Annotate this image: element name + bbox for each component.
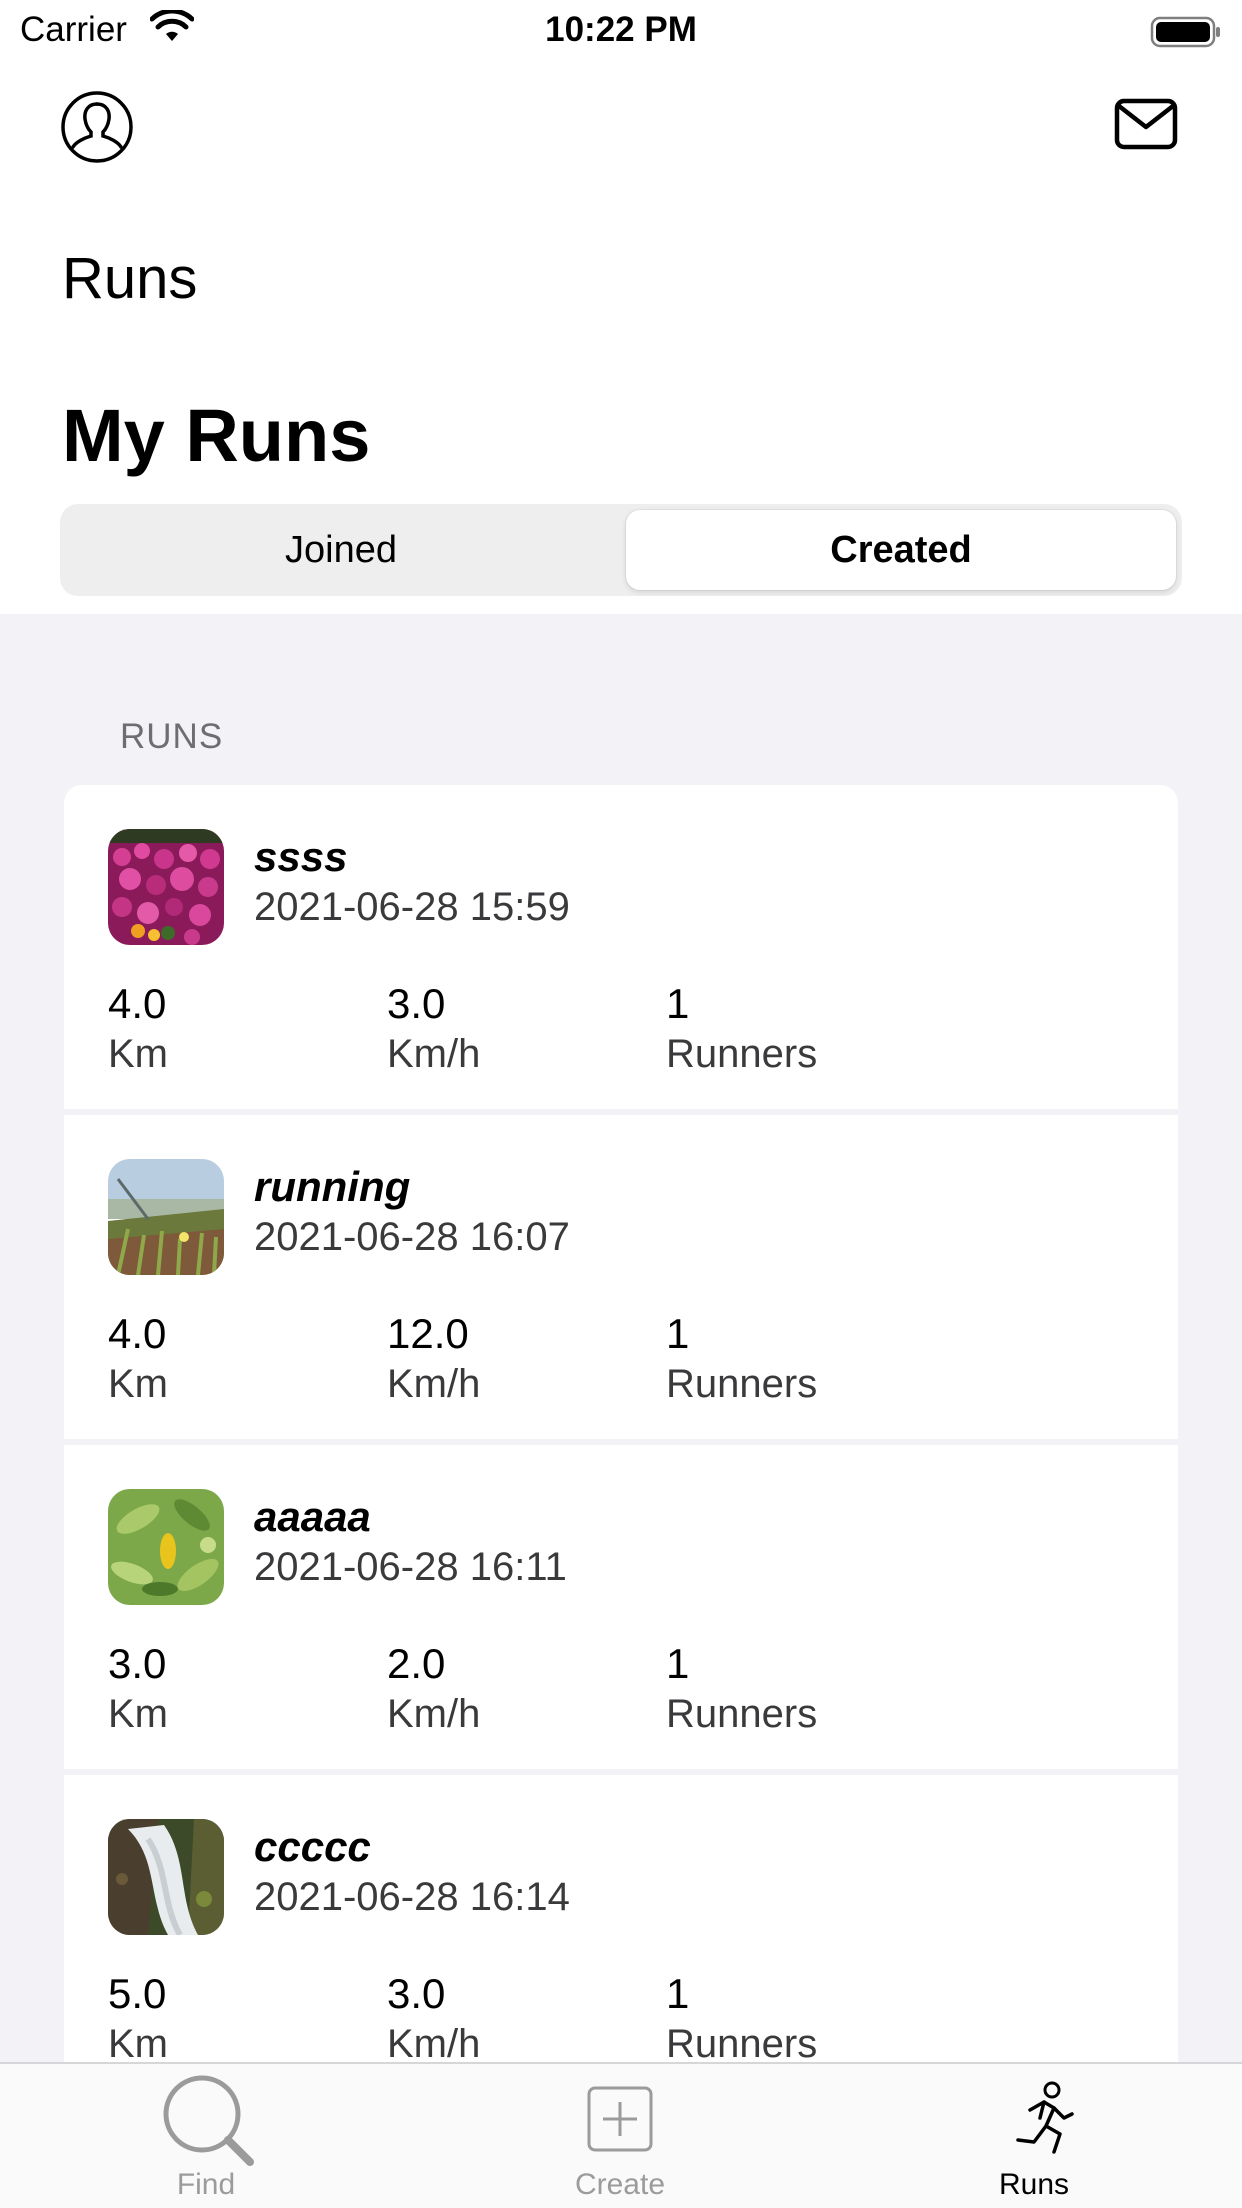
run-date: 2021-06-28 16:07 xyxy=(254,1215,570,1259)
plus-square-icon xyxy=(470,2072,770,2172)
distance-stat: 5.0 Km xyxy=(108,1969,168,2062)
runners-count: 1 xyxy=(666,1640,690,1687)
run-date: 2021-06-28 16:14 xyxy=(254,1875,570,1919)
runners-count: 1 xyxy=(666,980,690,1027)
speed-unit: Km/h xyxy=(387,1362,481,1406)
run-thumbnail xyxy=(108,829,224,945)
distance-stat: 4.0 Km xyxy=(108,979,168,1079)
runners-count: 1 xyxy=(666,1310,690,1357)
speed-unit: Km/h xyxy=(387,2022,481,2062)
tab-bar: Find Create Runs xyxy=(0,2062,1242,2208)
runners-stat: 1 Runners xyxy=(666,1969,817,2062)
run-row[interactable]: ccccc 2021-06-28 16:14 5.0 Km 3.0 Km/h 1… xyxy=(64,1775,1178,2062)
distance-value: 5.0 xyxy=(108,1970,167,2017)
segment-joined[interactable]: Joined xyxy=(66,510,616,590)
run-thumbnail xyxy=(108,1159,224,1275)
segment-created[interactable]: Created xyxy=(626,510,1176,590)
runs-filter-segmented-control: Joined Created xyxy=(60,504,1182,596)
runners-label: Runners xyxy=(666,1362,818,1406)
speed-value: 2.0 xyxy=(387,1640,446,1687)
run-row[interactable]: ssss 2021-06-28 15:59 4.0 Km 3.0 Km/h 1 … xyxy=(64,785,1178,1109)
speed-value: 3.0 xyxy=(387,1970,446,2017)
run-thumbnail xyxy=(108,1489,224,1605)
speed-value: 12.0 xyxy=(387,1310,469,1357)
distance-value: 4.0 xyxy=(108,980,167,1027)
distance-unit: Km xyxy=(108,2022,168,2062)
runners-stat: 1 Runners xyxy=(666,1309,817,1409)
runners-stat: 1 Runners xyxy=(666,979,817,1079)
runners-stat: 1 Runners xyxy=(666,1639,817,1739)
run-name: ccccc xyxy=(254,1823,371,1870)
speed-stat: 3.0 Km/h xyxy=(387,979,480,1079)
speed-unit: Km/h xyxy=(387,1032,481,1076)
run-date: 2021-06-28 15:59 xyxy=(254,885,570,929)
magnifying-glass-icon xyxy=(56,2072,356,2172)
envelope-icon[interactable] xyxy=(1114,98,1178,155)
runners-count: 1 xyxy=(666,1970,690,2017)
distance-unit: Km xyxy=(108,1032,168,1076)
profile-icon[interactable] xyxy=(60,90,134,169)
runs-list[interactable]: RUNS ssss 2021-06-28 15:59 4.0 Km 3.0 Km… xyxy=(0,614,1242,2062)
distance-stat: 4.0 Km xyxy=(108,1309,168,1409)
run-name: aaaaa xyxy=(254,1493,371,1540)
tab-runs[interactable]: Runs xyxy=(884,2064,1184,2208)
clock: 10:22 PM xyxy=(545,10,697,49)
page-title: My Runs xyxy=(62,394,371,477)
status-bar: Carrier 10:22 PM xyxy=(0,0,1242,62)
run-thumbnail xyxy=(108,1819,224,1935)
run-date: 2021-06-28 16:11 xyxy=(254,1545,567,1589)
run-name: ssss xyxy=(254,833,348,880)
run-name: running xyxy=(254,1163,411,1210)
speed-value: 3.0 xyxy=(387,980,446,1027)
section-header-runs: RUNS xyxy=(120,717,224,756)
speed-stat: 2.0 Km/h xyxy=(387,1639,480,1739)
run-row[interactable]: aaaaa 2021-06-28 16:11 3.0 Km 2.0 Km/h 1… xyxy=(64,1445,1178,1769)
app-screen: Carrier 10:22 PM Runs My Runs Joined Cre… xyxy=(0,0,1242,2208)
nav-title: Runs xyxy=(62,246,198,311)
running-figure-icon xyxy=(884,2072,1184,2172)
tab-label: Runs xyxy=(998,2168,1070,2201)
tab-create[interactable]: Create xyxy=(470,2064,770,2208)
distance-unit: Km xyxy=(108,1692,168,1736)
speed-stat: 12.0 Km/h xyxy=(387,1309,480,1409)
run-row[interactable]: running 2021-06-28 16:07 4.0 Km 12.0 Km/… xyxy=(64,1115,1178,1439)
distance-value: 3.0 xyxy=(108,1640,167,1687)
speed-stat: 3.0 Km/h xyxy=(387,1969,480,2062)
battery-icon xyxy=(1150,15,1222,54)
tab-label: Find xyxy=(176,2168,236,2201)
distance-unit: Km xyxy=(108,1362,168,1406)
speed-unit: Km/h xyxy=(387,1692,481,1736)
runners-label: Runners xyxy=(666,2022,818,2062)
runners-label: Runners xyxy=(666,1032,818,1076)
distance-value: 4.0 xyxy=(108,1310,167,1357)
tab-find[interactable]: Find xyxy=(56,2064,356,2208)
tab-label: Create xyxy=(574,2168,666,2201)
distance-stat: 3.0 Km xyxy=(108,1639,168,1739)
runners-label: Runners xyxy=(666,1692,818,1736)
